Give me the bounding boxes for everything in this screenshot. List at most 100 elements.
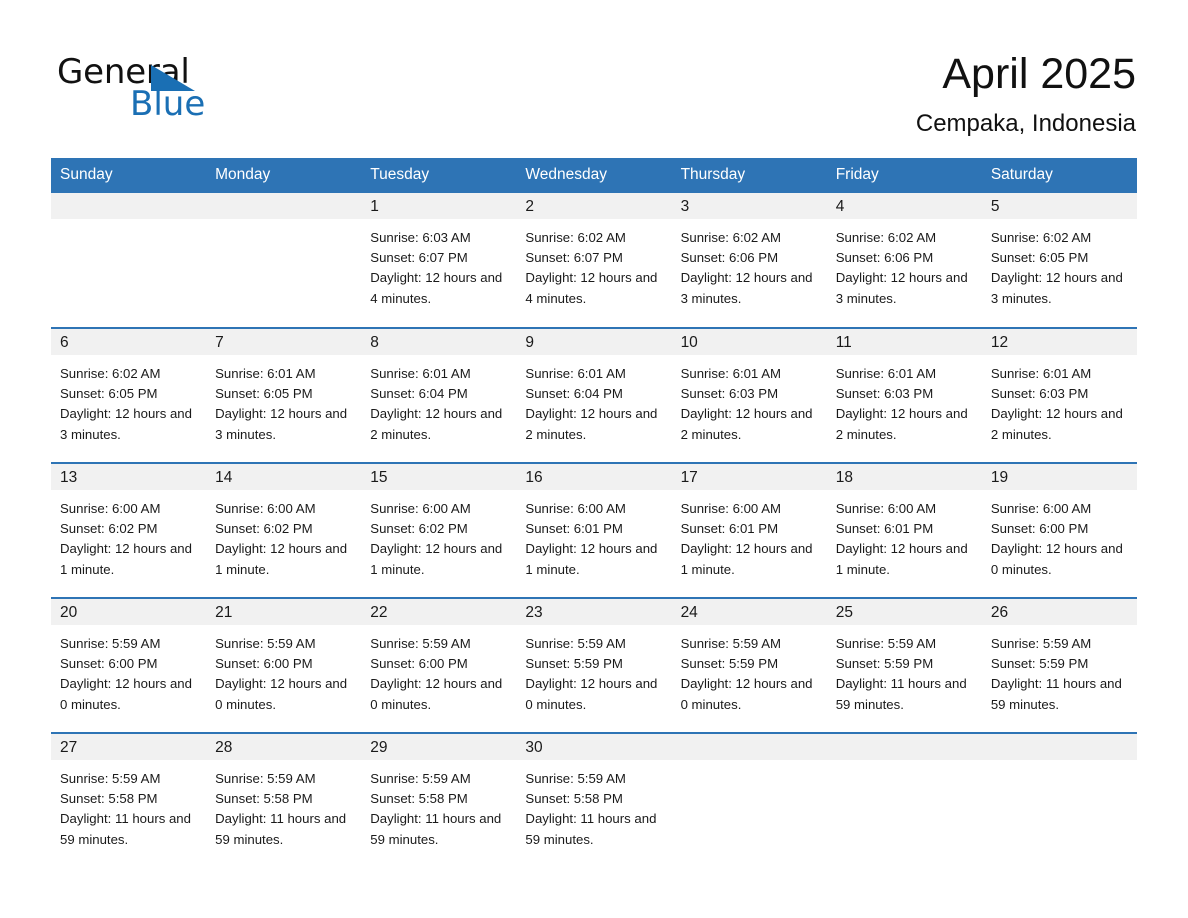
title-block: April 2025 Cempaka, Indonesia	[916, 48, 1136, 138]
sunset-text: Sunset: 6:02 PM	[60, 521, 158, 537]
day-details: Sunrise: 5:59 AM Sunset: 5:59 PM Daylight:…	[516, 625, 671, 715]
day-details: Sunrise: 6:02 AM Sunset: 6:06 PM Daylight:…	[827, 219, 982, 309]
day-number	[206, 193, 362, 219]
sunset-text: Sunset: 6:03 PM	[680, 386, 779, 402]
daylight-text: Daylight: 12 hours and 4 minutes.	[525, 270, 658, 306]
daylight-text: Daylight: 12 hours and 1 minute.	[60, 541, 192, 577]
day-number: 26	[981, 599, 1137, 625]
page-title: April 2025	[942, 50, 1136, 98]
calendar-week-row: 27 Sunrise: 5:59 AM Sunset: 5:58 PM Dayligh…	[51, 732, 1137, 868]
day-number: 24	[671, 599, 827, 625]
sunset-text: Sunset: 5:58 PM	[525, 791, 623, 807]
calendar-day-cell[interactable]: 11 Sunrise: 6:01 AM Sunset: 6:03 PM Dayligh…	[826, 327, 982, 463]
daylight-text: Daylight: 12 hours and 0 minutes.	[525, 676, 658, 712]
weekday-header-monday: Monday	[206, 158, 362, 193]
day-details: Sunrise: 5:59 AM Sunset: 6:00 PM Daylight:…	[206, 625, 361, 715]
day-number: 7	[206, 329, 362, 355]
calendar-day-cell[interactable]: 9 Sunrise: 6:01 AM Sunset: 6:04 PM Daylight…	[516, 327, 672, 463]
calendar-day-cell[interactable]: 14 Sunrise: 6:00 AM Sunset: 6:02 PM Dayligh…	[206, 462, 362, 598]
calendar-empty-cell	[981, 732, 1137, 868]
calendar-day-cell[interactable]: 30 Sunrise: 5:59 AM Sunset: 5:58 PM Dayligh…	[516, 732, 672, 868]
sunrise-text: Sunrise: 6:00 AM	[370, 501, 471, 516]
calendar-day-cell[interactable]: 23 Sunrise: 5:59 AM Sunset: 5:59 PM Dayligh…	[516, 597, 672, 733]
sunrise-text: Sunrise: 6:00 AM	[680, 501, 781, 516]
sunset-text: Sunset: 5:59 PM	[990, 656, 1089, 672]
calendar-day-cell[interactable]: 22 Sunrise: 5:59 AM Sunset: 6:00 PM Dayligh…	[361, 597, 517, 733]
sunset-text: Sunset: 6:00 PM	[990, 521, 1089, 537]
calendar-day-cell[interactable]: 8 Sunrise: 6:01 AM Sunset: 6:04 PM Daylight…	[361, 327, 517, 463]
sunset-text: Sunset: 6:05 PM	[60, 386, 158, 402]
calendar-day-cell[interactable]: 20 Sunrise: 5:59 AM Sunset: 6:00 PM Dayligh…	[51, 597, 207, 733]
calendar-week-row: 13 Sunrise: 6:00 AM Sunset: 6:02 PM Dayligh…	[51, 462, 1137, 598]
sunset-text: Sunset: 6:07 PM	[370, 250, 468, 266]
calendar-day-cell[interactable]: 25 Sunrise: 5:59 AM Sunset: 5:59 PM Dayligh…	[826, 597, 982, 733]
sunset-text: Sunset: 6:04 PM	[525, 386, 623, 402]
calendar-week-row: 6 Sunrise: 6:02 AM Sunset: 6:05 PM Daylight…	[51, 327, 1137, 463]
calendar-day-cell[interactable]: 2 Sunrise: 6:02 AM Sunset: 6:07 PM Daylight…	[516, 193, 672, 328]
sunrise-text: Sunrise: 6:01 AM	[215, 366, 316, 381]
daylight-text: Daylight: 12 hours and 2 minutes.	[370, 406, 503, 442]
calendar-day-cell[interactable]: 21 Sunrise: 5:59 AM Sunset: 6:00 PM Dayligh…	[206, 597, 362, 733]
calendar-day-cell[interactable]: 1 Sunrise: 6:03 AM Sunset: 6:07 PM Daylight…	[361, 193, 517, 328]
daylight-text: Daylight: 12 hours and 2 minutes.	[680, 406, 813, 442]
day-details: Sunrise: 5:59 AM Sunset: 5:59 PM Daylight:…	[982, 625, 1137, 715]
sunrise-text: Sunrise: 5:59 AM	[60, 771, 161, 786]
day-number	[981, 734, 1137, 760]
calendar-day-cell[interactable]: 10 Sunrise: 6:01 AM Sunset: 6:03 PM Dayligh…	[671, 327, 827, 463]
sunset-text: Sunset: 5:59 PM	[680, 656, 779, 672]
daylight-text: Daylight: 11 hours and 59 minutes.	[525, 811, 657, 847]
day-number: 27	[51, 734, 207, 760]
day-details: Sunrise: 6:01 AM Sunset: 6:03 PM Daylight:…	[827, 355, 982, 445]
calendar-day-cell[interactable]: 17 Sunrise: 6:00 AM Sunset: 6:01 PM Dayligh…	[671, 462, 827, 598]
sunrise-text: Sunrise: 5:59 AM	[60, 636, 161, 651]
calendar-day-cell[interactable]: 19 Sunrise: 6:00 AM Sunset: 6:00 PM Dayligh…	[981, 462, 1137, 598]
daylight-text: Daylight: 11 hours and 59 minutes.	[215, 811, 347, 847]
calendar-day-cell[interactable]: 3 Sunrise: 6:02 AM Sunset: 6:06 PM Daylight…	[671, 193, 827, 328]
calendar-empty-cell	[206, 193, 362, 328]
daylight-text: Daylight: 12 hours and 3 minutes.	[835, 270, 968, 306]
calendar-day-cell[interactable]: 13 Sunrise: 6:00 AM Sunset: 6:02 PM Dayligh…	[51, 462, 207, 598]
calendar-day-cell[interactable]: 7 Sunrise: 6:01 AM Sunset: 6:05 PM Daylight…	[206, 327, 362, 463]
day-details: Sunrise: 6:01 AM Sunset: 6:05 PM Daylight:…	[206, 355, 361, 445]
day-details: Sunrise: 6:02 AM Sunset: 6:05 PM Daylight:…	[51, 355, 206, 445]
sunset-text: Sunset: 6:00 PM	[60, 656, 158, 672]
weekday-header-tuesday: Tuesday	[361, 158, 517, 193]
calendar-empty-cell	[671, 732, 827, 868]
day-number: 30	[516, 734, 672, 760]
day-number: 29	[361, 734, 517, 760]
daylight-text: Daylight: 12 hours and 4 minutes.	[370, 270, 503, 306]
day-details: Sunrise: 6:01 AM Sunset: 6:04 PM Daylight:…	[516, 355, 671, 445]
general-blue-logo[interactable]: General Blue	[57, 53, 317, 131]
sunrise-text: Sunrise: 6:01 AM	[990, 366, 1092, 381]
calendar-day-cell[interactable]: 4 Sunrise: 6:02 AM Sunset: 6:06 PM Daylight…	[826, 193, 982, 328]
calendar-day-cell[interactable]: 18 Sunrise: 6:00 AM Sunset: 6:01 PM Dayligh…	[826, 462, 982, 598]
day-number: 10	[671, 329, 827, 355]
day-number: 17	[671, 464, 827, 490]
calendar-day-cell[interactable]: 5 Sunrise: 6:02 AM Sunset: 6:05 PM Daylight…	[981, 193, 1137, 328]
calendar-day-cell[interactable]: 28 Sunrise: 5:59 AM Sunset: 5:58 PM Dayligh…	[206, 732, 362, 868]
day-number: 21	[206, 599, 362, 625]
calendar-day-cell[interactable]: 24 Sunrise: 5:59 AM Sunset: 5:59 PM Dayligh…	[671, 597, 827, 733]
daylight-text: Daylight: 11 hours and 59 minutes.	[835, 676, 967, 712]
calendar-day-cell[interactable]: 16 Sunrise: 6:00 AM Sunset: 6:01 PM Dayligh…	[516, 462, 672, 598]
calendar-day-cell[interactable]: 29 Sunrise: 5:59 AM Sunset: 5:58 PM Dayligh…	[361, 732, 517, 868]
calendar-day-cell[interactable]: 27 Sunrise: 5:59 AM Sunset: 5:58 PM Dayligh…	[51, 732, 207, 868]
sunset-text: Sunset: 5:58 PM	[370, 791, 468, 807]
calendar-empty-cell	[826, 732, 982, 868]
day-number: 20	[51, 599, 207, 625]
sunrise-text: Sunrise: 5:59 AM	[215, 771, 316, 786]
calendar-day-cell[interactable]: 6 Sunrise: 6:02 AM Sunset: 6:05 PM Daylight…	[51, 327, 207, 463]
day-number: 3	[671, 193, 827, 219]
weekday-header-sunday: Sunday	[51, 158, 207, 193]
day-details: Sunrise: 6:00 AM Sunset: 6:00 PM Daylight:…	[982, 490, 1137, 580]
calendar-day-cell[interactable]: 26 Sunrise: 5:59 AM Sunset: 5:59 PM Dayligh…	[981, 597, 1137, 733]
daylight-text: Daylight: 12 hours and 1 minute.	[215, 541, 348, 577]
daylight-text: Daylight: 12 hours and 1 minute.	[680, 541, 813, 577]
sunrise-text: Sunrise: 5:59 AM	[525, 771, 626, 786]
calendar-day-cell[interactable]: 15 Sunrise: 6:00 AM Sunset: 6:02 PM Dayligh…	[361, 462, 517, 598]
sunset-text: Sunset: 6:00 PM	[215, 656, 313, 672]
sunrise-text: Sunrise: 6:01 AM	[680, 366, 781, 381]
calendar-page: General Blue April 2025 Cempaka, Indones…	[0, 0, 1188, 918]
calendar-day-cell[interactable]: 12 Sunrise: 6:01 AM Sunset: 6:03 PM Dayligh…	[981, 327, 1137, 463]
day-details: Sunrise: 6:00 AM Sunset: 6:02 PM Daylight:…	[51, 490, 206, 580]
